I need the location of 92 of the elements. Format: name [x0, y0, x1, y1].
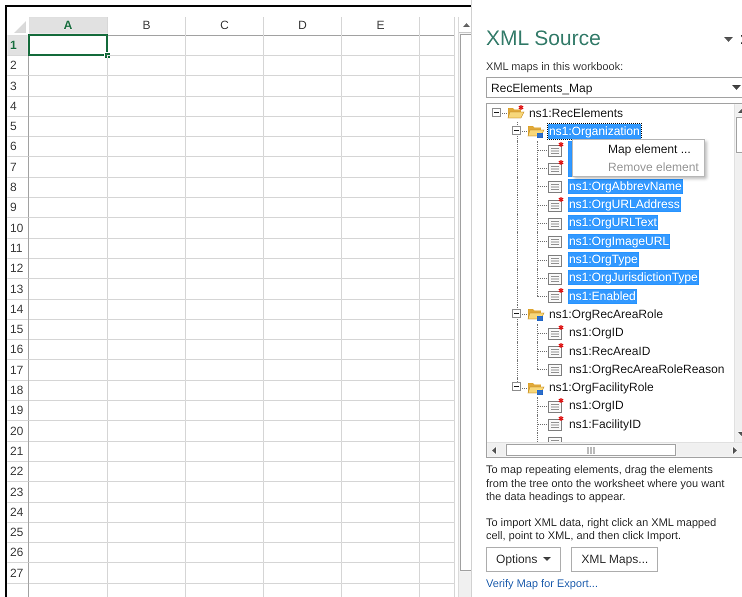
- row-header[interactable]: 21: [7, 440, 29, 462]
- sheet-cell: [420, 502, 455, 523]
- maps-label: XML maps in this workbook:: [486, 61, 624, 73]
- pane-title: XML Source: [486, 27, 601, 51]
- row-header[interactable]: 7: [7, 156, 29, 178]
- row-header[interactable]: 18: [7, 380, 29, 402]
- tree-item[interactable]: ns1:OrgRecAreaRole: [548, 306, 664, 322]
- sheet-cell: [420, 319, 455, 340]
- scroll-thumb[interactable]: [506, 444, 676, 456]
- sheet-cell: [420, 461, 455, 482]
- sheet-cell: [420, 400, 455, 422]
- sheet-cell: [420, 482, 455, 503]
- sheet-cell: [420, 55, 455, 76]
- map-dropdown[interactable]: RecElements_Map: [486, 77, 742, 98]
- row-header[interactable]: 26: [7, 542, 29, 564]
- row-header[interactable]: 5: [7, 116, 29, 138]
- row-header[interactable]: 2: [7, 55, 29, 76]
- collapse-toggle[interactable]: [512, 126, 521, 136]
- tree-item[interactable]: ns1:OrgID: [568, 325, 625, 340]
- sheet-cell: [420, 156, 455, 178]
- row-header[interactable]: 20: [7, 420, 29, 442]
- row-header[interactable]: 4: [7, 96, 29, 117]
- sheet-cell: [420, 258, 455, 280]
- scroll-right-icon: [733, 446, 737, 454]
- sheet-cell: [420, 298, 455, 320]
- row-header[interactable]: 9: [7, 197, 29, 218]
- tree-item[interactable]: ns1:OrgFacilityRole: [548, 380, 655, 396]
- column-header[interactable]: [420, 17, 455, 36]
- row-header[interactable]: 11: [7, 238, 29, 259]
- corner-triangle-icon: [14, 21, 26, 33]
- column-header[interactable]: E: [342, 17, 420, 36]
- row-header[interactable]: 3: [7, 76, 29, 97]
- vertical-scrollbar[interactable]: [458, 17, 471, 597]
- sheet-cell: [420, 218, 455, 239]
- row-header[interactable]: 23: [7, 482, 29, 503]
- scroll-left-icon: [492, 446, 496, 454]
- sheet-cell: [420, 562, 455, 584]
- column-header[interactable]: B: [108, 17, 186, 36]
- sheet-cell: [420, 238, 455, 259]
- sheet-cell: [420, 380, 455, 402]
- row-header[interactable]: 15: [7, 319, 29, 340]
- caret-icon: [543, 557, 552, 561]
- sheet-cell: [420, 522, 455, 544]
- help-text: To map repeating elements, drag the elements from the tree onto the worksheet where you want the data headings to appear.: [486, 464, 726, 504]
- scroll-up-icon: [463, 22, 470, 26]
- xml-maps-button[interactable]: XML Maps...: [571, 546, 658, 572]
- sheet-cell: [420, 35, 455, 56]
- sheet-cell: [420, 420, 455, 442]
- column-header[interactable]: D: [264, 17, 342, 36]
- row-header[interactable]: 10: [7, 218, 29, 239]
- row-header[interactable]: 17: [7, 360, 29, 381]
- collapse-toggle[interactable]: [512, 382, 521, 392]
- sheet-cell: [420, 339, 455, 360]
- collapse-toggle[interactable]: [492, 108, 501, 117]
- sheet-cell: [420, 197, 455, 218]
- row-header[interactable]: 24: [7, 502, 29, 523]
- sheet-cell: [420, 96, 455, 117]
- row-header[interactable]: 19: [7, 400, 29, 422]
- row-header[interactable]: 27: [7, 562, 29, 584]
- verify-map-link[interactable]: Verify Map for Export...: [486, 578, 742, 590]
- row-header[interactable]: 8: [7, 177, 29, 198]
- collapse-toggle[interactable]: [512, 309, 521, 318]
- row-header[interactable]: 13: [7, 278, 29, 300]
- row-header[interactable]: 14: [7, 298, 29, 320]
- tree-item[interactable]: ns1:FacilityID: [568, 416, 642, 432]
- row-header[interactable]: 1: [7, 35, 29, 56]
- sheet-cell: [420, 76, 455, 97]
- row-header[interactable]: 6: [7, 136, 29, 158]
- sheet-cell: [420, 360, 455, 381]
- sheet-cell: [420, 542, 455, 564]
- options-button[interactable]: Options: [486, 546, 562, 572]
- element-tree[interactable]: [486, 103, 742, 458]
- sheet-cell: [420, 278, 455, 300]
- help-text: To import XML data, right click an XML mapped cell, point to XML, and then click Import.: [486, 516, 718, 544]
- pane-options-icon[interactable]: [724, 36, 733, 42]
- tree-item[interactable]: ns1:RecAreaID: [568, 344, 652, 358]
- horizontal-scrollbar[interactable]: [487, 442, 742, 457]
- menu-item[interactable]: Map element ...: [573, 140, 704, 158]
- sheet-cell: [420, 440, 455, 462]
- row-header[interactable]: 12: [7, 258, 29, 280]
- sheet-cell: [420, 136, 455, 158]
- row-header[interactable]: 25: [7, 522, 29, 544]
- scroll-thumb[interactable]: [460, 34, 471, 571]
- row-header[interactable]: 22: [7, 461, 29, 482]
- tree-item[interactable]: ns1:RecElements: [528, 106, 624, 121]
- row-header[interactable]: 16: [7, 339, 29, 360]
- dropdown-arrow-icon: [732, 85, 741, 90]
- sheet-cell: [420, 177, 455, 198]
- column-header[interactable]: C: [186, 17, 264, 36]
- sheet-cell: [420, 116, 455, 138]
- tree-item[interactable]: ns1:OrgID: [568, 398, 625, 414]
- tree-item[interactable]: ns1:OrgRecAreaRoleReason: [568, 362, 726, 377]
